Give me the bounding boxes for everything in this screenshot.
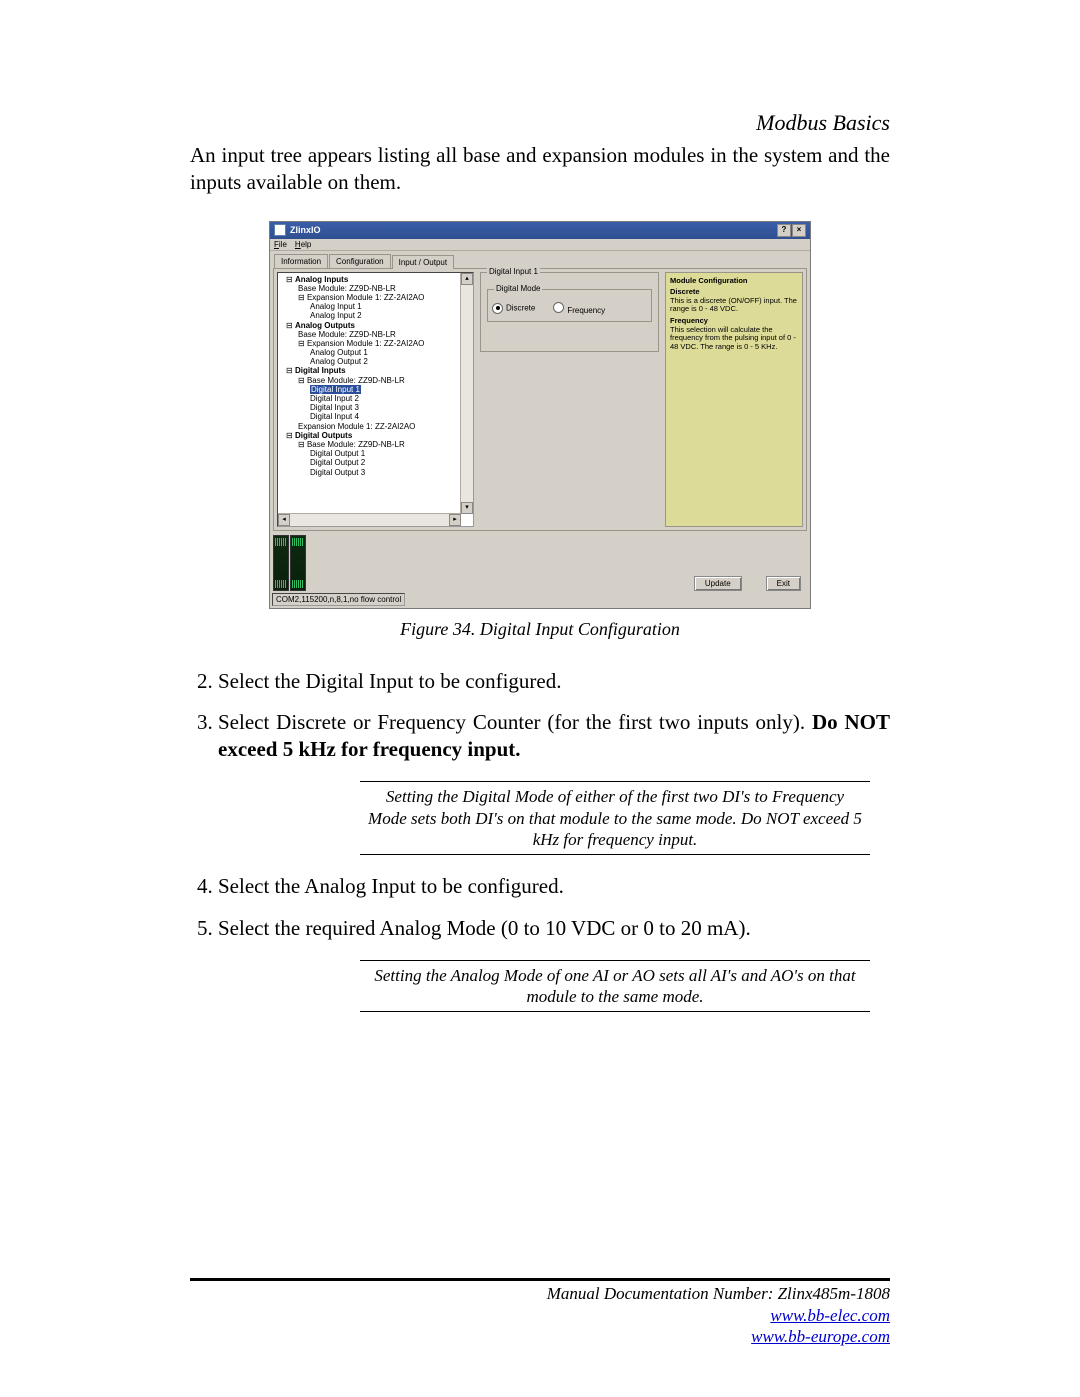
main-panel: ⊟ Analog Inputs Base Module: ZZ9D-NB-LR …: [273, 268, 807, 531]
module-tree[interactable]: ⊟ Analog Inputs Base Module: ZZ9D-NB-LR …: [278, 273, 473, 479]
tree-digital-outputs[interactable]: Digital Outputs: [295, 431, 352, 440]
digital-input-group: Digital Input 1 Digital Mode Discrete Fr…: [480, 272, 659, 352]
exit-button[interactable]: Exit: [766, 576, 801, 591]
step-3: Select Discrete or Frequency Counter (fo…: [218, 709, 890, 764]
tree-do-base[interactable]: Base Module: ZZ9D-NB-LR: [307, 440, 405, 449]
group-title-inner: Digital Mode: [494, 284, 542, 293]
help-title: Module Configuration: [670, 277, 798, 286]
tab-information[interactable]: Information: [274, 254, 328, 268]
tree-ao2[interactable]: Analog Output 2: [280, 357, 471, 366]
page-footer: Manual Documentation Number: Zlinx485m-1…: [190, 1278, 890, 1347]
tree-ao-exp[interactable]: Expansion Module 1: ZZ-2AI2AO: [307, 339, 424, 348]
steps-list: Select the Digital Input to be configure…: [190, 668, 890, 764]
tree-di1-selected[interactable]: Digital Input 1: [310, 385, 361, 394]
tree-di-base[interactable]: Base Module: ZZ9D-NB-LR: [307, 376, 405, 385]
radio-frequency-label: Frequency: [567, 306, 605, 315]
radio-frequency[interactable]: Frequency: [553, 302, 605, 315]
footer-doc: Manual Documentation Number: Zlinx485m-1…: [190, 1283, 890, 1304]
help-button[interactable]: ?: [777, 224, 791, 237]
digital-mode-group: Digital Mode Discrete Frequency: [487, 289, 652, 322]
note-analog: Setting the Analog Mode of one AI or AO …: [360, 960, 870, 1013]
intro-paragraph: An input tree appears listing all base a…: [190, 142, 890, 197]
tree-digital-inputs[interactable]: Digital Inputs: [295, 366, 346, 375]
scroll-down-icon[interactable]: ▾: [461, 502, 473, 514]
tree-ai2[interactable]: Analog Input 2: [280, 311, 471, 320]
update-button[interactable]: Update: [694, 576, 742, 591]
step-2: Select the Digital Input to be configure…: [218, 668, 890, 695]
app-icon: [274, 224, 286, 236]
tree-do2[interactable]: Digital Output 2: [280, 458, 471, 467]
note-digital: Setting the Digital Mode of either of th…: [360, 781, 870, 855]
page-header: Modbus Basics: [190, 110, 890, 136]
tree-ai-base[interactable]: Base Module: ZZ9D-NB-LR: [280, 284, 471, 293]
device-image: [273, 535, 306, 591]
tree-analog-inputs[interactable]: Analog Inputs: [295, 275, 348, 284]
step-4: Select the Analog Input to be configured…: [218, 873, 890, 900]
window-title: ZlinxIO: [290, 225, 321, 235]
menubar: File Help: [270, 239, 810, 251]
tree-do3[interactable]: Digital Output 3: [280, 468, 471, 477]
tree-ao1[interactable]: Analog Output 1: [280, 348, 471, 357]
step-3a: Select Discrete or Frequency Counter (fo…: [218, 710, 812, 734]
module-icon: [290, 535, 306, 591]
status-bar: COM2,115200,n,8,1,no flow control: [272, 593, 405, 606]
tree-vscroll[interactable]: ▴ ▾: [460, 273, 473, 514]
scroll-up-icon[interactable]: ▴: [461, 273, 473, 285]
steps-list-2: Select the Analog Input to be configured…: [190, 873, 890, 942]
radio-icon: [492, 303, 503, 314]
app-window: ZlinxIO ? × File Help Information Config…: [269, 221, 811, 609]
help-t-discrete: This is a discrete (ON/OFF) input. The r…: [670, 297, 798, 314]
titlebar: ZlinxIO ? ×: [270, 222, 810, 239]
tree-do1[interactable]: Digital Output 1: [280, 449, 471, 458]
step-5: Select the required Analog Mode (0 to 10…: [218, 915, 890, 942]
tab-configuration[interactable]: Configuration: [329, 254, 391, 268]
scroll-right-icon[interactable]: ▸: [449, 514, 461, 526]
tab-input-output[interactable]: Input / Output: [392, 255, 454, 269]
module-icon: [273, 535, 289, 591]
footer-link-1[interactable]: www.bb-elec.com: [770, 1306, 890, 1325]
tree-di3[interactable]: Digital Input 3: [280, 403, 471, 412]
tree-hscroll[interactable]: ◂ ▸: [278, 513, 461, 526]
help-t-frequency: This selection will calculate the freque…: [670, 326, 798, 352]
close-button[interactable]: ×: [792, 224, 806, 237]
tree-ao-base[interactable]: Base Module: ZZ9D-NB-LR: [280, 330, 471, 339]
tree-ai1[interactable]: Analog Input 1: [280, 302, 471, 311]
tree-di-exp[interactable]: Expansion Module 1: ZZ-2AI2AO: [280, 422, 471, 431]
tree-ai-exp[interactable]: Expansion Module 1: ZZ-2AI2AO: [307, 293, 424, 302]
figure-caption: Figure 34. Digital Input Configuration: [190, 619, 890, 640]
radio-discrete-label: Discrete: [506, 303, 535, 312]
tabs: Information Configuration Input / Output: [270, 251, 810, 268]
tree-analog-outputs[interactable]: Analog Outputs: [295, 321, 355, 330]
scroll-left-icon[interactable]: ◂: [278, 514, 290, 526]
tree-pane: ⊟ Analog Inputs Base Module: ZZ9D-NB-LR …: [277, 272, 474, 527]
tree-di2[interactable]: Digital Input 2: [280, 394, 471, 403]
radio-icon: [553, 302, 564, 313]
menu-file[interactable]: File: [274, 240, 287, 249]
footer-link-2[interactable]: www.bb-europe.com: [751, 1327, 890, 1346]
group-title-outer: Digital Input 1: [487, 267, 540, 276]
menu-help[interactable]: Help: [295, 240, 311, 249]
tree-di4[interactable]: Digital Input 4: [280, 412, 471, 421]
help-panel: Module Configuration Discrete This is a …: [665, 272, 803, 527]
radio-discrete[interactable]: Discrete: [492, 303, 535, 314]
